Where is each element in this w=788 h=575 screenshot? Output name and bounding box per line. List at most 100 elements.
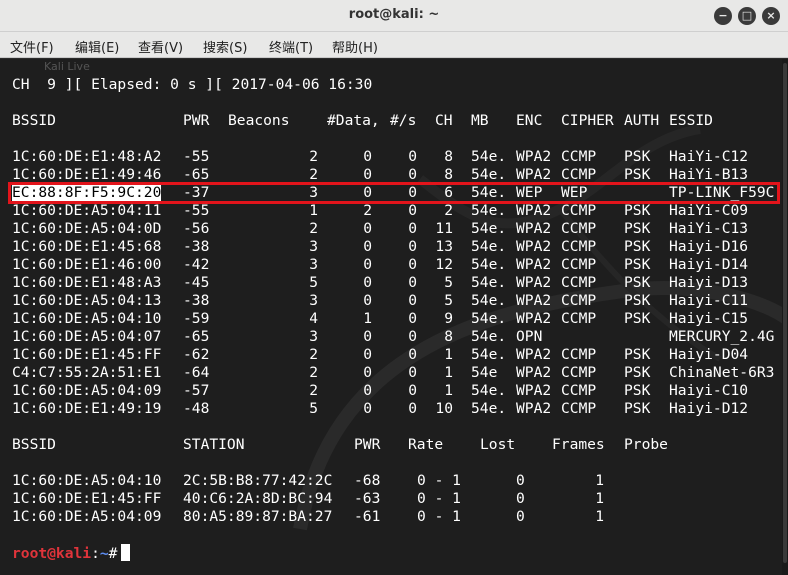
ap-mb: 54e. [471,148,507,165]
ap-rate: 0 [408,148,417,165]
ap-auth: PSK [624,202,651,219]
ap-pwr: -62 [183,346,210,363]
ap-rate: 0 [408,220,417,237]
ap-essid: Haiyi-C10 [669,382,749,399]
ap-pwr: -56 [183,220,210,237]
ap-data: 0 [363,328,372,345]
ap-row: 1C:60:DE:A5:04:13 -38 3 0 0 5 54e. WPA2 CCMP PSK H… [12,292,782,310]
ap-mb: 54e. [471,346,507,363]
ap-essid: Haiyi-C11 [669,292,749,309]
station-pwr: -61 [354,508,381,525]
station-bssid: 1C:60:DE:A5:04:10 [12,472,162,489]
ap-data: 0 [363,238,372,255]
ap-rate: 0 [408,382,417,399]
ap-pwr: -48 [183,400,210,417]
ap-cipher: CCMP [561,382,597,399]
station-row: 1C:60:DE:A5:04:10 2C:5B:B8:77:42:2C -68 0 -… [12,472,782,490]
ap-beacons: 2 [309,220,318,237]
menu-search[interactable]: 搜索(S) [203,37,247,56]
close-button[interactable]: × [762,7,780,25]
minimize-button[interactable]: − [714,7,732,25]
ap-beacons: 3 [309,256,318,273]
station-lost: 0 [516,472,525,489]
ap-ch: 1 [444,382,453,399]
ap-mb: 54e. [471,202,507,219]
ap-mb: 54e [471,364,498,381]
station-rate: 0 - 1 [417,490,461,507]
window-titlebar[interactable]: root@kali: ~ − □ × [0,0,788,32]
ap-rate: 0 [408,256,417,273]
header-bssid: BSSID [12,112,56,129]
ap-pwr: -65 [183,328,210,345]
ap-enc: WPA2 [516,400,552,417]
header-mb: MB [471,112,489,129]
status-line: CH 9 ][ Elapsed: 0 s ][ 2017-04-06 16:30 [12,76,373,93]
ap-essid: Haiyi-D14 [669,256,749,273]
ap-ch: 10 [435,400,453,417]
menu-bar: 文件(F) 编辑(E) 查看(V) 搜索(S) 终端(T) 帮助(H) [0,32,788,58]
ap-ch: 9 [444,310,453,327]
ap-beacons: 2 [309,382,318,399]
menu-edit[interactable]: 编辑(E) [75,37,119,56]
ap-pwr: -55 [183,148,210,165]
station-header-rate: Rate [408,436,444,453]
ap-essid: MERCURY_2.4G [669,328,775,345]
prompt-separator: : [91,545,100,562]
station-station: 40:C6:2A:8D:BC:94 [183,490,333,507]
header-data: #Data, [327,112,380,129]
ap-beacons: 2 [309,364,318,381]
ap-enc: WPA2 [516,238,552,255]
ap-auth: PSK [624,292,651,309]
ap-ch: 12 [435,256,453,273]
ap-beacons: 4 [309,310,318,327]
ap-bssid: 1C:60:DE:E1:45:FF [12,346,162,363]
ap-pwr: -55 [183,202,210,219]
ap-ch: 13 [435,238,453,255]
ap-cipher: CCMP [561,292,597,309]
scrollbar-thumb[interactable] [783,63,787,563]
ap-data: 0 [363,346,372,363]
ap-beacons: 5 [309,400,318,417]
ap-row: 1C:60:DE:E1:49:19 -48 5 0 0 10 54e. WPA2 CCMP PSK… [12,400,782,418]
ap-data: 0 [363,382,372,399]
ap-pwr: -38 [183,292,210,309]
header-rate: #/s [390,112,417,129]
ap-cipher: CCMP [561,238,597,255]
scrollbar[interactable] [782,59,788,575]
ap-row: C4:C7:55:2A:51:E1 -64 2 0 0 1 54e WPA2 CCMP PSK Ch… [12,364,782,382]
ap-auth: PSK [624,148,651,165]
ap-auth: PSK [624,310,651,327]
ap-bssid: 1C:60:DE:A5:04:0D [12,220,162,237]
station-bssid: 1C:60:DE:E1:45:FF [12,490,162,507]
menu-help[interactable]: 帮助(H) [332,37,378,56]
kali-live-watermark: Kali Live [44,60,90,73]
station-station: 80:A5:89:87:BA:27 [183,508,333,525]
ap-row: 1C:60:DE:A5:04:09 -57 2 0 0 1 54e. WPA2 CCMP PSK H… [12,382,782,400]
ap-bssid: 1C:60:DE:E1:46:00 [12,256,162,273]
menu-file[interactable]: 文件(F) [10,37,54,56]
ap-auth: PSK [624,400,651,417]
ap-bssid: 1C:60:DE:E1:48:A3 [12,274,162,291]
terminal-area[interactable]: Kali Live CH 9 ][ Elapsed: 0 s ][ 2017-0… [0,59,788,575]
ap-rate: 0 [408,328,417,345]
ap-header-row: BSSID PWR Beacons #Data, #/s CH MB ENC C… [12,112,782,130]
ap-ch: 2 [444,202,453,219]
shell-prompt[interactable]: root@kali:~# [12,544,131,562]
ap-row: 1C:60:DE:E1:48:A2 -55 2 0 0 8 54e. WPA2 CCMP PSK H… [12,148,782,166]
ap-bssid: 1C:60:DE:A5:04:07 [12,328,162,345]
ap-enc: WPA2 [516,364,552,381]
station-rate: 0 - 1 [417,508,461,525]
menu-view[interactable]: 查看(V) [138,37,183,56]
ap-mb: 54e. [471,220,507,237]
menu-terminal[interactable]: 终端(T) [269,37,313,56]
ap-pwr: -38 [183,238,210,255]
ap-bssid: 1C:60:DE:E1:45:68 [12,238,162,255]
header-pwr: PWR [183,112,210,129]
ap-data: 0 [363,256,372,273]
prompt-path: ~ [99,545,109,562]
ap-enc: WPA2 [516,220,552,237]
maximize-button[interactable]: □ [738,7,756,25]
highlight-box [8,182,780,204]
ap-cipher: CCMP [561,220,597,237]
header-essid: ESSID [669,112,713,129]
